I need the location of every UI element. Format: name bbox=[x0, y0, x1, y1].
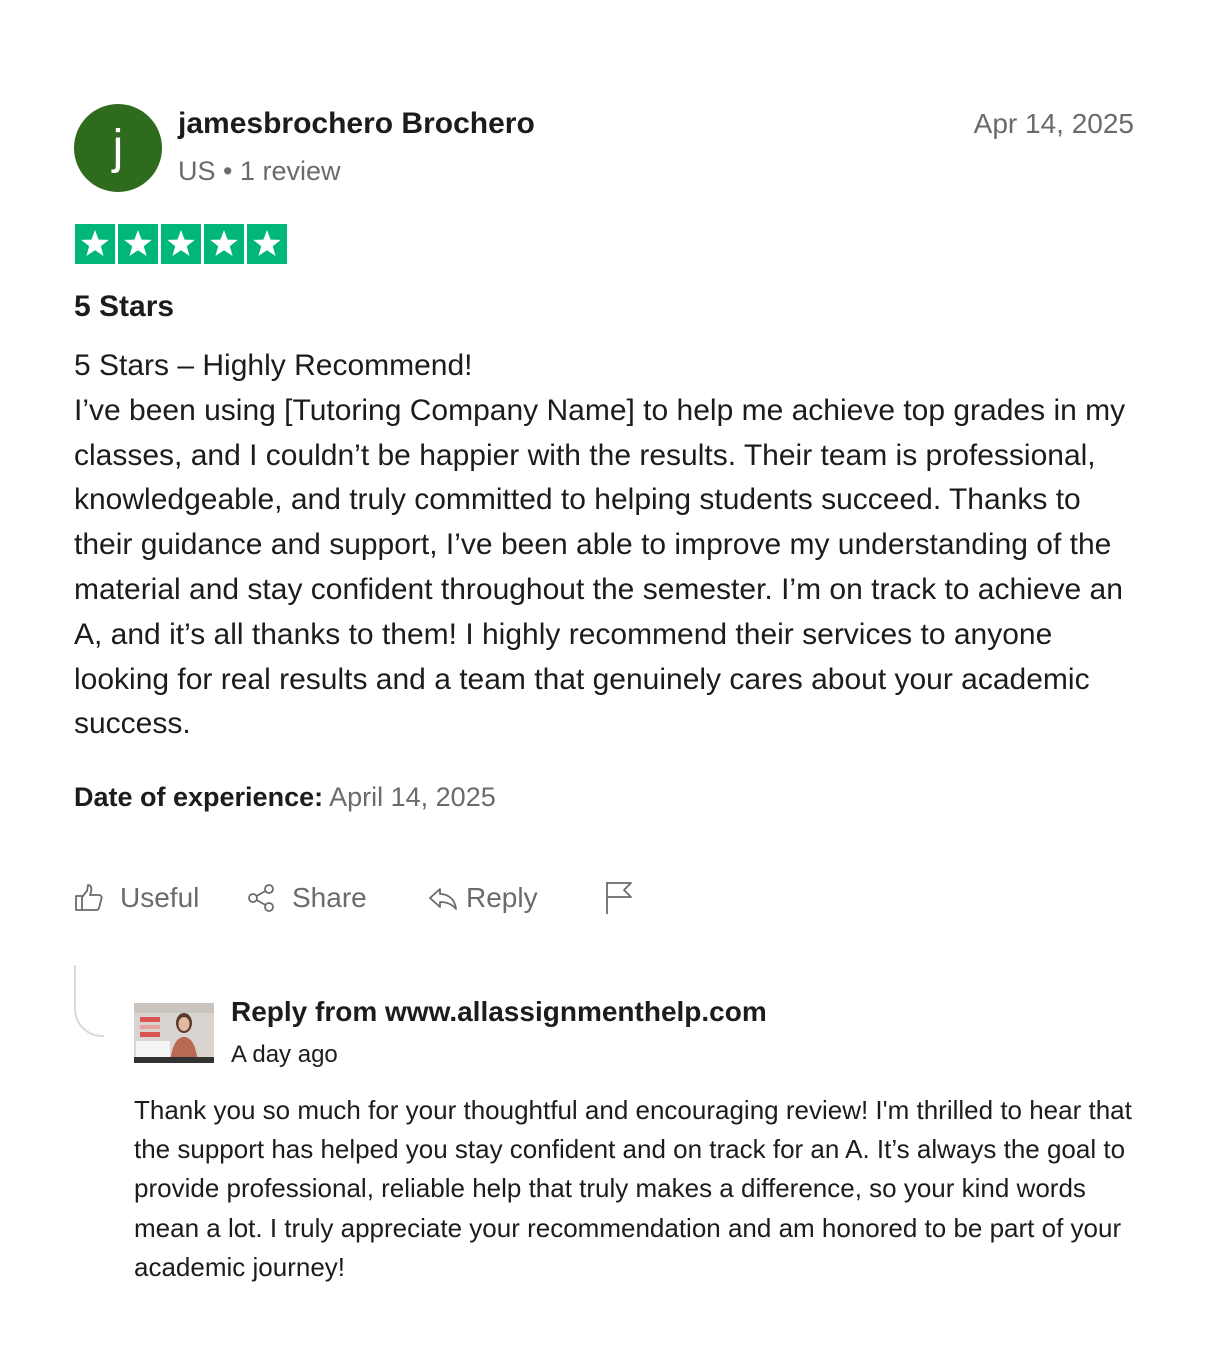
reviewer-meta: US • 1 review bbox=[178, 156, 341, 186]
useful-label: Useful bbox=[120, 882, 200, 913]
reviewer-name[interactable]: jamesbrochero Brochero bbox=[178, 107, 535, 141]
reply-label: Reply bbox=[466, 882, 538, 913]
date-of-experience-value: April 14, 2025 bbox=[329, 782, 496, 812]
star-icon bbox=[118, 224, 158, 264]
review-date: Apr 14, 2025 bbox=[973, 108, 1134, 139]
flag-button[interactable] bbox=[604, 876, 634, 920]
reply-text: Thank you so much for your thoughtful an… bbox=[134, 1095, 1132, 1282]
flag-icon bbox=[604, 880, 634, 916]
reply-title: Reply from www.allassignmenthelp.com bbox=[231, 996, 767, 1027]
review-actions: Useful Share Reply bbox=[74, 876, 674, 920]
reply-button[interactable]: Reply bbox=[428, 876, 538, 920]
date-of-experience-label: Date of experience: bbox=[74, 782, 324, 812]
share-label: Share bbox=[292, 882, 367, 913]
thumbs-up-icon bbox=[74, 883, 104, 913]
useful-button[interactable]: Useful bbox=[74, 876, 199, 920]
avatar-letter: j bbox=[112, 121, 124, 174]
company-avatar bbox=[134, 1003, 214, 1063]
star-rating bbox=[75, 224, 287, 264]
review-body-text: I’ve been using [Tutoring Company Name] … bbox=[74, 393, 1126, 741]
star-icon bbox=[247, 224, 287, 264]
reviewer-avatar[interactable]: j bbox=[74, 104, 162, 192]
share-icon bbox=[246, 883, 276, 913]
review-card: j jamesbrochero Brochero US • 1 review A… bbox=[74, 0, 1134, 1360]
star-icon bbox=[204, 224, 244, 264]
reply-time: A day ago bbox=[231, 1041, 338, 1068]
star-icon bbox=[161, 224, 201, 264]
star-icon bbox=[75, 224, 115, 264]
share-button[interactable]: Share bbox=[246, 876, 367, 920]
review-body-heading: 5 Stars – Highly Recommend! bbox=[74, 349, 473, 382]
review-title: 5 Stars bbox=[74, 290, 175, 323]
date-of-experience: Date of experience: April 14, 2025 bbox=[74, 782, 496, 813]
reply-thread-line bbox=[74, 965, 104, 1037]
reply-arrow-icon bbox=[428, 883, 458, 913]
review-body: 5 Stars – Highly Recommend! I’ve been us… bbox=[74, 344, 1136, 747]
